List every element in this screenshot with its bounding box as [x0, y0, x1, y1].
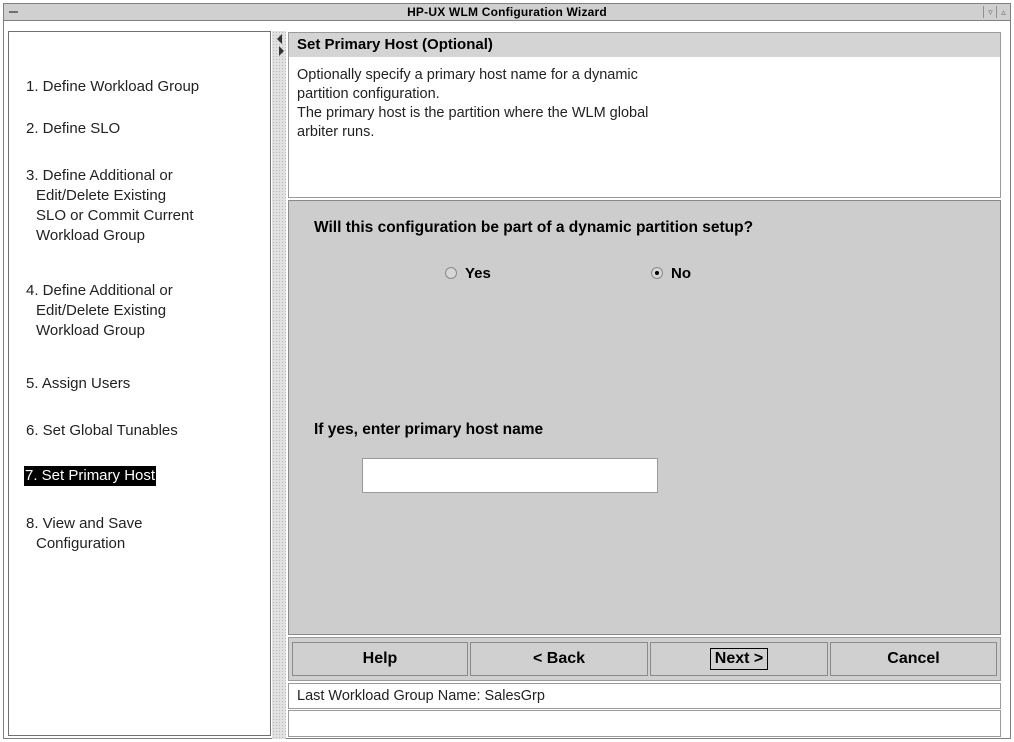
minimize-button[interactable]: ▿: [983, 6, 997, 18]
step-label: SLO or Commit Current: [36, 207, 194, 224]
wizard-steps-panel: 1. Define Workload Group 2. Define SLO 3…: [8, 31, 271, 736]
primary-host-input[interactable]: [362, 458, 658, 493]
step-view-and-save[interactable]: 8. View and Save Configuration: [26, 514, 142, 554]
step-label: Workload Group: [36, 322, 145, 339]
help-button-label: Help: [362, 650, 398, 667]
step-define-additional-slo[interactable]: 3. Define Additional or Edit/Delete Exis…: [26, 166, 194, 246]
pane-splitter[interactable]: [272, 31, 286, 739]
description-line: The primary host is the partition where …: [297, 105, 649, 121]
step-label: 2. Define SLO: [26, 120, 121, 137]
step-define-slo[interactable]: 2. Define SLO: [26, 119, 120, 139]
step-label: Workload Group: [36, 227, 145, 244]
step-label: Configuration: [36, 535, 126, 552]
description-line: partition configuration.: [297, 86, 440, 102]
step-label: 7. Set Primary Host: [25, 467, 156, 484]
next-button[interactable]: Next >: [650, 642, 828, 676]
step-define-additional-workload-group[interactable]: 4. Define Additional or Edit/Delete Exis…: [26, 281, 173, 341]
radio-no-label: No: [671, 265, 691, 282]
dynamic-partition-question: Will this configuration be part of a dyn…: [314, 219, 754, 236]
step-set-global-tunables[interactable]: 6. Set Global Tunables: [26, 421, 178, 441]
back-button-label: < Back: [532, 650, 586, 667]
radio-unselected-icon: [445, 267, 457, 279]
step-label: 4. Define Additional or: [26, 282, 173, 299]
step-title: Set Primary Host (Optional): [289, 33, 1000, 57]
window-title: HP-UX WLM Configuration Wizard: [407, 5, 607, 19]
step-set-primary-host[interactable]: 7. Set Primary Host: [24, 466, 157, 486]
title-bar-panel: HP-UX WLM Configuration Wizard ▿ ▵: [3, 3, 1011, 21]
maximize-button[interactable]: ▵: [996, 6, 1010, 18]
step-label: 1. Define Workload Group: [26, 78, 200, 95]
step-label: Edit/Delete Existing: [36, 187, 167, 204]
step-define-workload-group[interactable]: 1. Define Workload Group: [26, 77, 199, 97]
cancel-button[interactable]: Cancel: [830, 642, 997, 676]
back-button[interactable]: < Back: [470, 642, 648, 676]
step-assign-users[interactable]: 5. Assign Users: [26, 374, 130, 394]
description-line: Optionally specify a primary host name f…: [297, 67, 638, 83]
step-label: 6. Set Global Tunables: [26, 422, 178, 439]
form-panel: Will this configuration be part of a dyn…: [288, 200, 1001, 635]
radio-selected-icon: [651, 267, 663, 279]
step-label: 8. View and Save: [26, 515, 143, 532]
cancel-button-label: Cancel: [887, 650, 940, 667]
maximize-icon: ▵: [1001, 7, 1006, 17]
step-label: 3. Define Additional or: [26, 167, 173, 184]
status-bar-secondary: [288, 710, 1001, 737]
step-label: 5. Assign Users: [26, 375, 131, 392]
step-label: Edit/Delete Existing: [36, 302, 167, 319]
minimize-icon: ▿: [988, 7, 993, 17]
step-header: Set Primary Host (Optional) Optionally s…: [288, 32, 1001, 198]
status-bar: Last Workload Group Name: SalesGrp: [288, 683, 1001, 709]
help-button[interactable]: Help: [292, 642, 468, 676]
step-description: Optionally specify a primary host name f…: [297, 66, 777, 142]
next-button-label: Next >: [709, 648, 769, 670]
button-bar: Help < Back Next > Cancel: [288, 637, 1001, 681]
splitter-arrows-icon[interactable]: [276, 32, 286, 58]
description-line: arbiter runs.: [297, 124, 375, 140]
radio-yes-label: Yes: [465, 265, 491, 282]
primary-host-label: If yes, enter primary host name: [314, 421, 544, 438]
